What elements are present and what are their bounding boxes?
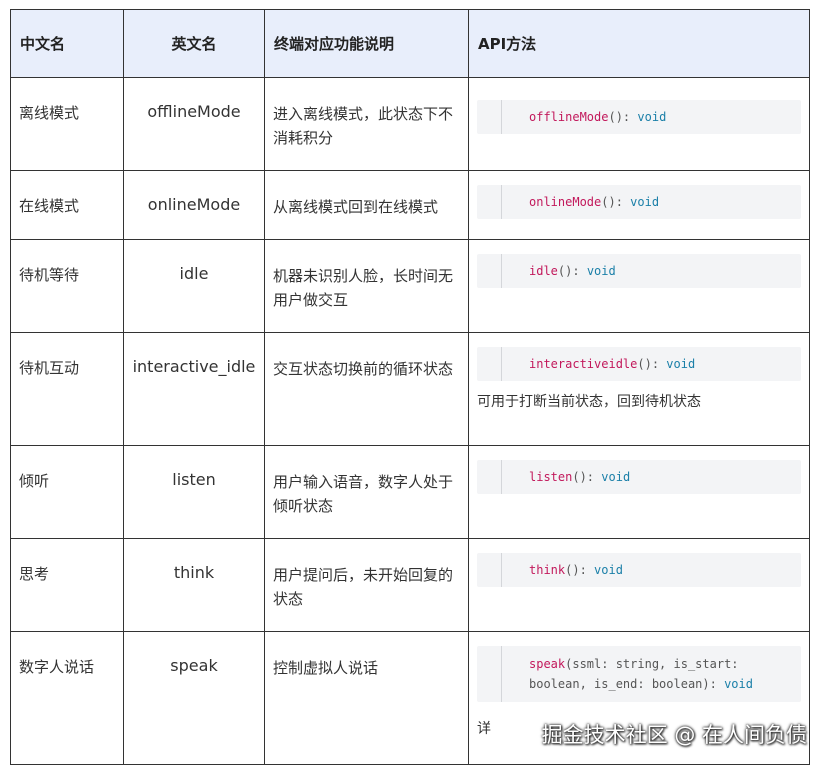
cell-desc: 用户提问后，未开始回复的状态 <box>264 538 469 632</box>
cell-en: offlineMode <box>123 77 265 171</box>
code-function: speak <box>529 657 566 671</box>
header-cn: 中文名 <box>10 9 124 78</box>
code-return-type: void <box>637 110 667 124</box>
code-function: idle <box>529 264 558 278</box>
table-row: 待机等待 idle 机器未识别人脸，长时间无用户做交互 idle(): void <box>10 239 810 333</box>
code-return-type: void <box>630 195 660 209</box>
cell-en: interactive_idle <box>123 332 265 446</box>
table-header-row: 中文名 英文名 终端对应功能说明 API方法 <box>10 9 810 78</box>
cell-cn: 数字人说话 <box>10 631 124 765</box>
header-desc: 终端对应功能说明 <box>264 9 469 78</box>
cell-api: offlineMode(): void <box>468 77 810 171</box>
cell-cn: 思考 <box>10 538 124 632</box>
code-function: onlineMode <box>529 195 602 209</box>
table-row: 在线模式 onlineMode 从离线模式回到在线模式 onlineMode()… <box>10 170 810 240</box>
code-return-type: void <box>586 264 616 278</box>
cell-cn: 倾听 <box>10 445 124 539</box>
table-row: 倾听 listen 用户输入语音，数字人处于倾听状态 listen(): voi… <box>10 445 810 539</box>
code-return-type: void <box>666 357 696 371</box>
api-table: 中文名 英文名 终端对应功能说明 API方法 离线模式 offlineMode … <box>10 9 810 765</box>
code-block: interactiveidle(): void <box>477 347 801 381</box>
cell-en: listen <box>123 445 265 539</box>
cell-api: think(): void <box>468 538 810 632</box>
table-row: 离线模式 offlineMode 进入离线模式，此状态下不消耗积分 offlin… <box>10 77 810 171</box>
code-signature: (): <box>565 563 595 577</box>
code-signature: (): <box>557 264 587 278</box>
cell-desc: 控制虚拟人说话 <box>264 631 469 765</box>
code-signature: (): <box>572 470 602 484</box>
cell-api: interactiveidle(): void 可用于打断当前状态，回到待机状态 <box>468 332 810 446</box>
code-signature: (): <box>637 357 667 371</box>
code-function: interactiveidle <box>529 357 638 371</box>
api-note: 可用于打断当前状态，回到待机状态 <box>477 394 701 410</box>
code-block: onlineMode(): void <box>477 185 801 219</box>
cell-desc: 进入离线模式，此状态下不消耗积分 <box>264 77 469 171</box>
cell-en: idle <box>123 239 265 333</box>
code-function: offlineMode <box>529 110 609 124</box>
code-return-type: void <box>724 677 753 691</box>
code-return-type: void <box>594 563 623 577</box>
code-function: listen <box>529 470 573 484</box>
code-block: think(): void <box>477 553 801 587</box>
cell-api: onlineMode(): void <box>468 170 810 240</box>
cell-en: onlineMode <box>123 170 265 240</box>
header-en: 英文名 <box>123 9 265 78</box>
cell-desc: 机器未识别人脸，长时间无用户做交互 <box>264 239 469 333</box>
cell-desc: 用户输入语音，数字人处于倾听状态 <box>264 445 469 539</box>
code-signature: (): <box>608 110 638 124</box>
code-block: offlineMode(): void <box>477 100 801 134</box>
code-signature: (): <box>601 195 631 209</box>
cell-cn: 在线模式 <box>10 170 124 240</box>
code-block: idle(): void <box>477 254 801 288</box>
cell-desc: 从离线模式回到在线模式 <box>264 170 469 240</box>
cell-api: idle(): void <box>468 239 810 333</box>
cell-cn: 待机互动 <box>10 332 124 446</box>
code-block: listen(): void <box>477 460 801 494</box>
table-row: 待机互动 interactive_idle 交互状态切换前的循环状态 inter… <box>10 332 810 446</box>
cell-cn: 待机等待 <box>10 239 124 333</box>
cell-desc: 交互状态切换前的循环状态 <box>264 332 469 446</box>
table-row: 思考 think 用户提问后，未开始回复的状态 think(): void <box>10 538 810 632</box>
code-block: speak(ssml: string, is_start: boolean, i… <box>477 646 801 702</box>
cell-cn: 离线模式 <box>10 77 124 171</box>
code-function: think <box>529 563 566 577</box>
cell-en: speak <box>123 631 265 765</box>
code-return-type: void <box>601 470 631 484</box>
watermark: 掘金技术社区 @ 在人间负债 <box>541 723 807 747</box>
header-api: API方法 <box>468 9 810 78</box>
cell-en: think <box>123 538 265 632</box>
cell-api: listen(): void <box>468 445 810 539</box>
